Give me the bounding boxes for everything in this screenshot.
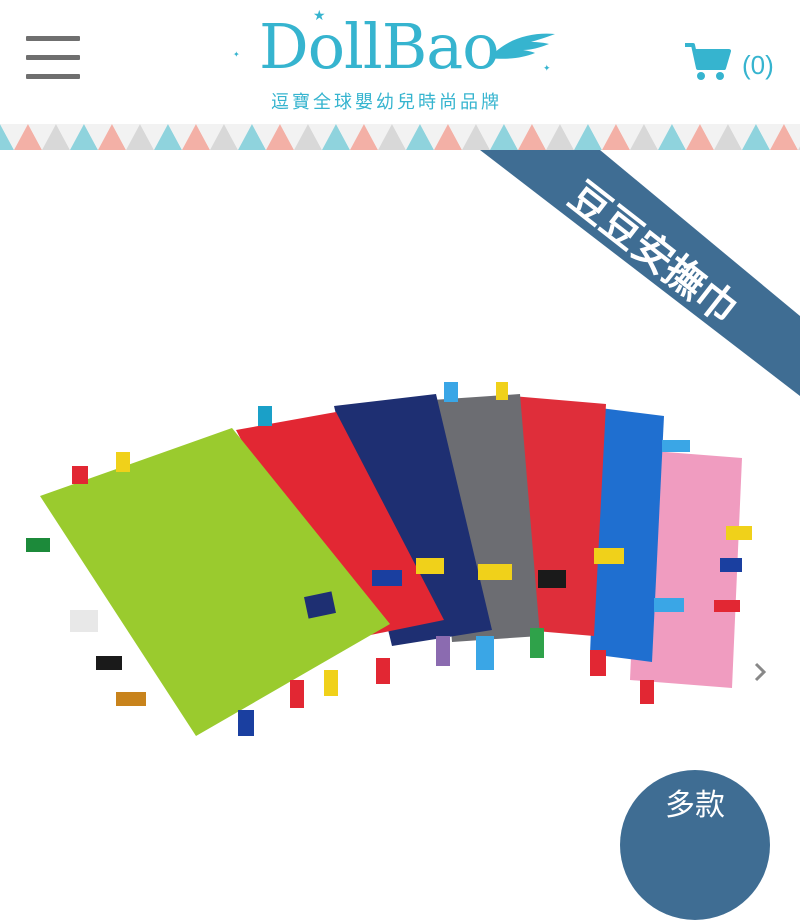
logo[interactable]: DollBao 逗寶全球嬰幼兒時尚品牌 ★ ✦ ✦ [225, 8, 565, 115]
next-slide-button[interactable] [746, 652, 776, 692]
shopping-cart-icon [685, 43, 731, 80]
hamburger-icon-bar [26, 74, 80, 79]
badge-text: 多款 [665, 788, 725, 823]
logo-subtitle: 逗寶全球嬰幼兒時尚品牌 [271, 92, 502, 113]
menu-button[interactable] [26, 36, 80, 82]
hamburger-icon [26, 36, 80, 41]
triangle-band [0, 124, 800, 150]
star-icon: ★ [313, 8, 326, 24]
hamburger-icon-bar [26, 55, 80, 60]
star-icon: ✦ [233, 50, 240, 59]
cart-button[interactable]: (0) [684, 42, 784, 86]
header: DollBao 逗寶全球嬰幼兒時尚品牌 ★ ✦ ✦ (0) [0, 0, 800, 124]
category-ribbon: 豆豆安撫巾 [480, 150, 800, 396]
chevron-right-icon [754, 662, 767, 682]
cart-count: (0) [742, 50, 774, 80]
wing-icon [489, 33, 555, 59]
logo-text: DollBao [259, 10, 500, 83]
star-icon: ✦ [543, 64, 551, 74]
variety-badge: 多款 [620, 770, 770, 920]
